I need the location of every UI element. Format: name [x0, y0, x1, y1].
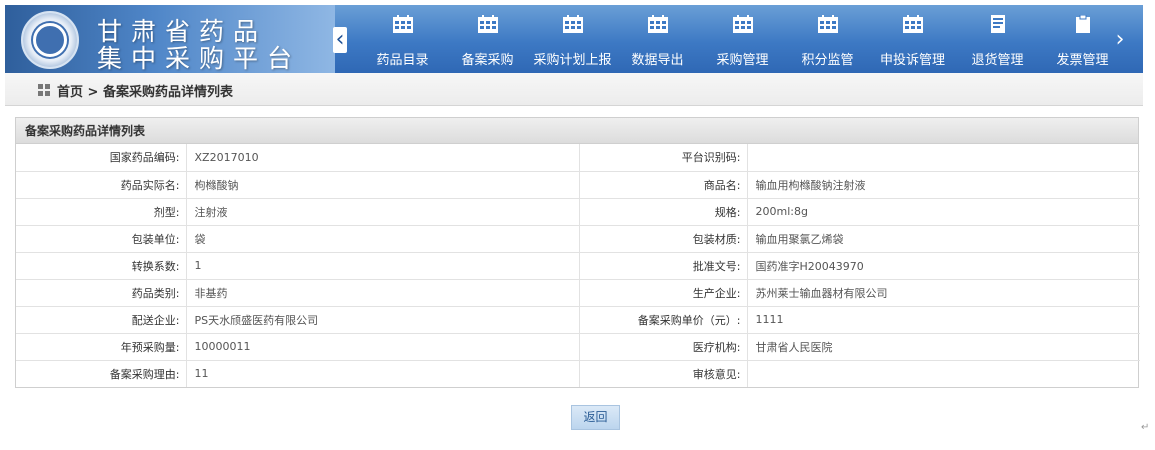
field-label: 平台识别码:	[579, 144, 748, 171]
field-value: PS天水颀盛医药有限公司	[186, 305, 580, 333]
nav-item-label: 备案采购	[461, 53, 514, 68]
field-label: 包装单位:	[16, 224, 187, 252]
detail-panel: 备案采购药品详情列表 国家药品编码: XZ2017010 平台识别码: 药品实际名: 枸…	[15, 117, 1140, 388]
return-button[interactable]: 返回	[571, 405, 620, 430]
brand-banner: 甘肃省药品 集中采购平台	[5, 5, 335, 73]
field-label: 规格:	[579, 197, 748, 225]
field-value: 注射液	[186, 197, 580, 225]
nav-item-label: 采购计划上报	[533, 53, 612, 68]
field-label: 年预采购量:	[16, 332, 187, 360]
field-value: 甘肃省人民医院	[747, 332, 1140, 360]
nav-item-label: 申投诉管理	[879, 53, 945, 68]
field-label: 包装材质:	[579, 224, 748, 252]
clipboard-icon	[1073, 14, 1093, 33]
field-value: XZ2017010	[186, 144, 580, 171]
nav-item-6[interactable]: 积分监管	[785, 5, 870, 73]
nav-item-7[interactable]: 申投诉管理	[870, 5, 955, 73]
nav-item-label: 采购管理	[716, 53, 769, 68]
breadcrumb: 首页 > 备案采购药品详情列表	[5, 73, 1143, 106]
field-label: 药品实际名:	[16, 170, 187, 198]
table-row: 备案采购理由: 11 审核意见:	[16, 359, 1140, 387]
calendar-grid-icon	[902, 15, 923, 33]
field-value: 苏州莱士输血器材有限公司	[747, 278, 1140, 306]
field-label: 批准文号:	[579, 251, 748, 279]
field-value: 10000011	[186, 332, 580, 360]
table-row: 药品类别: 非基药 生产企业: 苏州莱士输血器材有限公司	[16, 278, 1140, 306]
field-label: 备案采购理由:	[16, 359, 187, 387]
platform-title-line2: 集中采购平台	[97, 44, 302, 73]
nav-item-label: 退货管理	[971, 53, 1024, 68]
table-row: 年预采购量: 10000011 医疗机构: 甘肃省人民医院	[16, 332, 1140, 360]
field-value	[747, 359, 1140, 387]
table-row: 转换系数: 1 批准文号: 国药准字H20043970	[16, 251, 1140, 279]
field-label: 药品类别:	[16, 278, 187, 306]
nav-item-8[interactable]: 退货管理	[955, 5, 1040, 73]
field-value: 袋	[186, 224, 580, 252]
field-value: 1111	[747, 305, 1140, 333]
field-value: 枸橼酸钠	[186, 170, 580, 198]
calendar-grid-icon	[732, 15, 753, 33]
table-row: 包装单位: 袋包装材质: 输血用聚氯乙烯袋	[16, 224, 1140, 252]
calendar-grid-icon	[562, 15, 583, 33]
breadcrumb-text: 首页 > 备案采购药品详情列表	[57, 85, 233, 100]
nav-item-5[interactable]: 采购管理	[700, 5, 785, 73]
nav-item-label: 药品目录	[376, 53, 429, 68]
grid-icon	[38, 84, 50, 96]
field-value: 输血用聚氯乙烯袋	[747, 224, 1140, 252]
top-header: 甘肃省药品 集中采购平台 ‹ 药品目录 备案采购 采购计划上报 数据导出 采购管理 积分监…	[5, 5, 1143, 73]
table-row: 剂型: 注射液 规格: 200ml:8g	[16, 197, 1140, 225]
chevron-right-icon[interactable]: ›	[1113, 27, 1127, 53]
field-label: 医疗机构:	[579, 332, 748, 360]
field-label: 生产企业:	[579, 278, 748, 306]
field-value: 国药准字H20043970	[747, 251, 1140, 279]
field-label: 商品名:	[579, 170, 748, 198]
document-icon	[988, 15, 1008, 33]
nav-item-2[interactable]: 备案采购	[445, 5, 530, 73]
field-value: 1	[186, 251, 580, 279]
nav-item-1[interactable]: 药品目录	[360, 5, 445, 73]
nav-item-4[interactable]: 数据导出	[615, 5, 700, 73]
panel-title: 备案采购药品详情列表	[16, 118, 1138, 144]
calendar-grid-icon	[817, 15, 838, 33]
nav-item-label: 数据导出	[631, 53, 684, 68]
table-row: 药品实际名: 枸橼酸钠 商品名: 输血用枸橼酸钠注射液	[16, 170, 1140, 198]
field-value	[747, 144, 1140, 171]
nav-item-3[interactable]: 采购计划上报	[530, 5, 615, 73]
paragraph-mark: ↵	[1141, 422, 1150, 433]
calendar-grid-icon	[647, 15, 668, 33]
calendar-grid-icon	[477, 15, 498, 33]
chevron-left-icon[interactable]: ‹	[333, 27, 347, 53]
field-label: 国家药品编码:	[16, 144, 187, 171]
field-label: 剂型:	[16, 197, 187, 225]
province-emblem-icon	[21, 11, 79, 69]
nav-item-label: 积分监管	[801, 53, 854, 68]
field-value: 非基药	[186, 278, 580, 306]
field-value: 输血用枸橼酸钠注射液	[747, 170, 1140, 198]
field-label: 配送企业:	[16, 305, 187, 333]
calendar-grid-icon	[392, 15, 413, 33]
field-label: 转换系数:	[16, 251, 187, 279]
field-value: 11	[186, 359, 580, 387]
table-row: 配送企业: PS天水颀盛医药有限公司 备案采购单价（元）: 1111	[16, 305, 1140, 333]
field-label: 备案采购单价（元）:	[579, 305, 748, 333]
field-label: 审核意见:	[579, 359, 748, 387]
table-row: 国家药品编码: XZ2017010 平台识别码:	[16, 144, 1140, 171]
detail-table: 国家药品编码: XZ2017010 平台识别码: 药品实际名: 枸橼酸钠 商品名: 输血用枸…	[16, 144, 1140, 387]
main-nav: 药品目录 备案采购 采购计划上报 数据导出 采购管理 积分监管 申投诉管理 退货管理 发票管理	[360, 5, 1125, 73]
field-value: 200ml:8g	[747, 197, 1140, 225]
